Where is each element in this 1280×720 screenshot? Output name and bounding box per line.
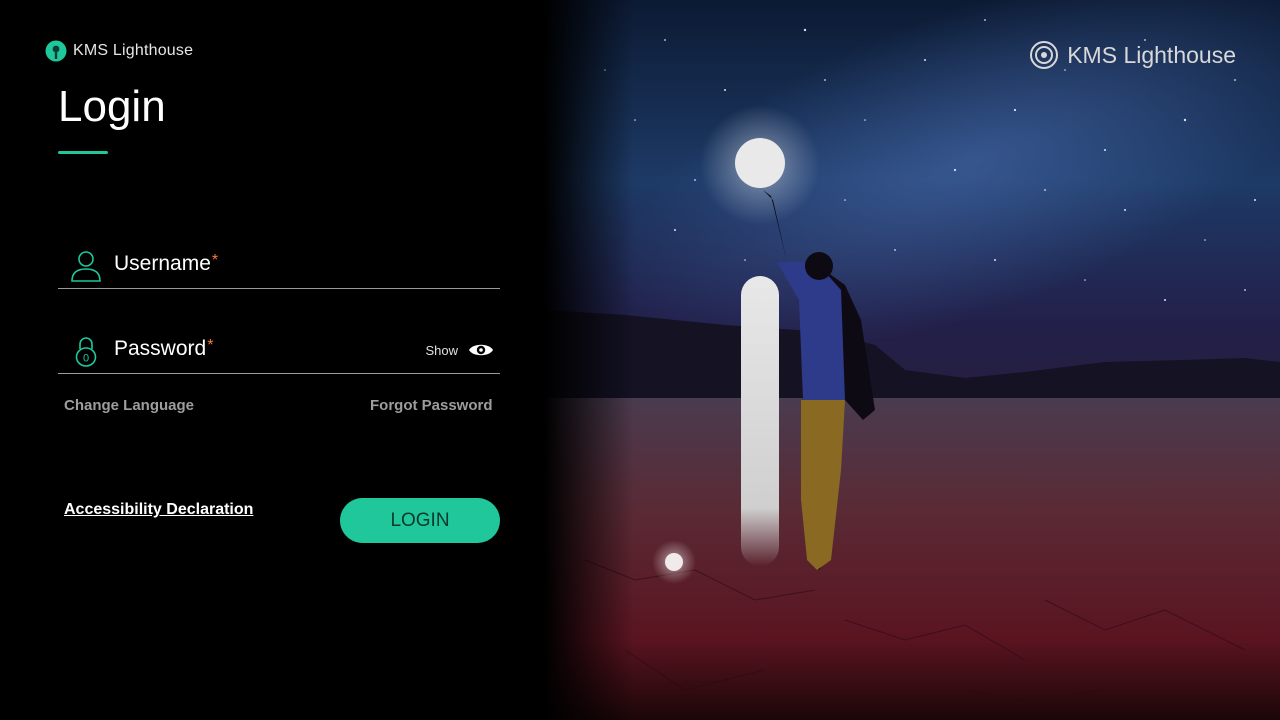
accessibility-declaration-link[interactable]: Accessibility Declaration bbox=[64, 501, 253, 519]
password-field[interactable]: 0 Password* Show bbox=[58, 329, 500, 374]
brand-name: KMS Lighthouse bbox=[73, 42, 194, 59]
login-button[interactable]: LOGIN bbox=[340, 498, 500, 543]
hero-edge-fade bbox=[545, 0, 634, 720]
required-marker: * bbox=[207, 337, 214, 354]
hero-image: KMS Lighthouse bbox=[545, 0, 1280, 720]
forgot-password-link[interactable]: Forgot Password bbox=[370, 397, 493, 414]
username-field[interactable]: Username* bbox=[58, 244, 500, 289]
svg-text:0: 0 bbox=[83, 353, 89, 365]
login-panel: KMS Lighthouse Login Username* 0 Passwor… bbox=[0, 0, 545, 720]
brand-watermark: KMS Lighthouse bbox=[1029, 40, 1236, 70]
brand-watermark-text: KMS Lighthouse bbox=[1067, 41, 1236, 68]
page-title: Login bbox=[58, 82, 166, 131]
user-icon bbox=[71, 251, 101, 282]
eye-icon bbox=[469, 344, 493, 356]
username-label: Username* bbox=[114, 252, 219, 275]
night-sky-illustration bbox=[545, 0, 1280, 720]
title-underline bbox=[58, 151, 108, 154]
show-password-label: Show bbox=[425, 342, 458, 358]
required-marker: * bbox=[211, 252, 219, 269]
lighthouse-logo-icon bbox=[1030, 41, 1059, 69]
lighthouse-logo-icon bbox=[45, 40, 67, 62]
change-language-link[interactable]: Change Language bbox=[64, 397, 194, 414]
lock-icon: 0 bbox=[75, 337, 97, 367]
brand-header: KMS Lighthouse bbox=[45, 40, 193, 62]
show-password-toggle[interactable]: Show bbox=[425, 341, 494, 359]
password-label: Password* bbox=[114, 337, 214, 360]
